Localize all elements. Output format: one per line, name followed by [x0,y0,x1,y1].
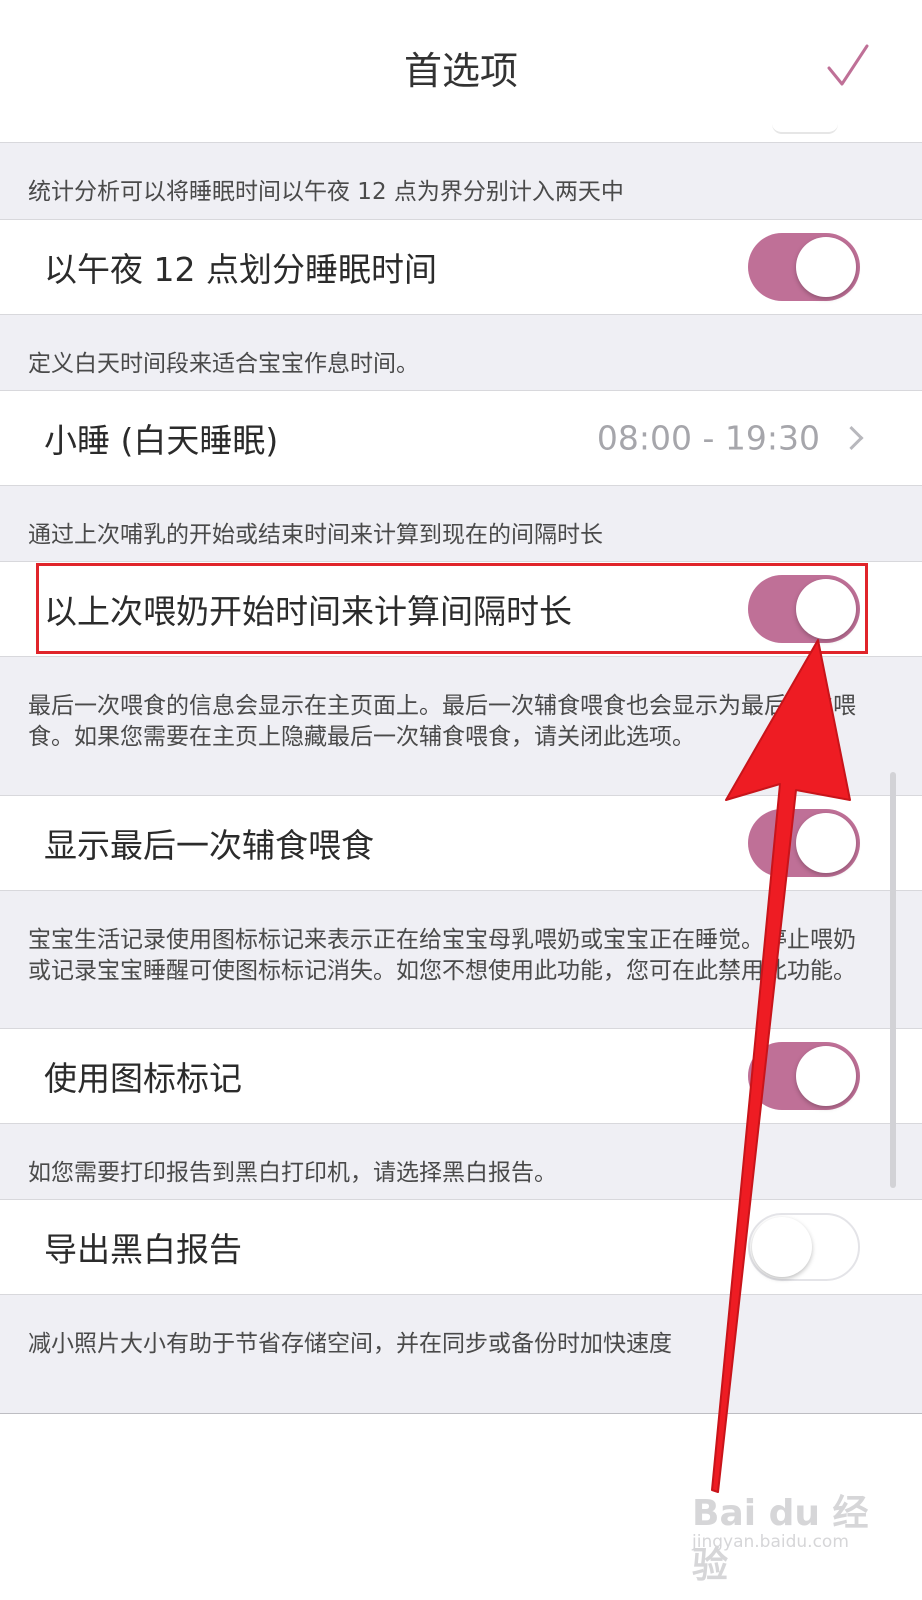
row-nap-daytime[interactable]: 小睡 (白天睡眠) 08:00 - 19:30 [0,390,922,486]
row-label: 显示最后一次辅食喂食 [44,826,374,865]
section-footer-bw-report: 如您需要打印报告到黑白打印机，请选择黑白报告。 [28,1160,557,1186]
section-footer-midnight: 统计分析可以将睡眠时间以午夜 12 点为界分别计入两天中 [28,179,624,205]
section-footer-daytime: 定义白天时间段来适合宝宝作息时间。 [28,351,419,377]
toggle-knob [752,1217,812,1277]
toggle-knob [796,237,856,297]
section-footer-last-feed: 最后一次喂食的信息会显示在主页面上。最后一次辅食喂食也会显示为最后一次喂食。如果… [28,693,856,750]
toggle-knob [796,1046,856,1106]
show-last-solid-feed-toggle[interactable] [748,809,860,877]
use-icon-badge-toggle[interactable] [748,1042,860,1110]
checkmark-icon[interactable] [826,42,870,90]
toggle-knob [796,579,856,639]
scroll-peek-divider [772,124,838,134]
section-footer-photo-size: 减小照片大小有助于节省存储空间，并在同步或备份时加快速度 [28,1331,672,1357]
chevron-right-icon [839,425,864,451]
export-bw-report-toggle[interactable] [748,1213,860,1281]
watermark-url: jingyan.baidu.com [692,1532,849,1552]
row-label: 导出黑白报告 [44,1230,242,1269]
row-split-sleep-midnight: 以午夜 12 点划分睡眠时间 [0,219,922,315]
baidu-watermark: Bai du 经验 jingyan.baidu.com [692,1476,892,1586]
section-footer-icon-badge: 宝宝生活记录使用图标标记来表示正在给宝宝母乳喂奶或宝宝正在睡觉。停止喂奶或记录宝… [28,927,856,984]
settings-list[interactable]: 统计分析可以将睡眠时间以午夜 12 点为界分别计入两天中 以午夜 12 点划分睡… [0,142,922,1414]
section-footer-interval: 通过上次哺乳的开始或结束时间来计算到现在的间隔时长 [28,522,603,548]
row-label: 以午夜 12 点划分睡眠时间 [44,250,437,289]
row-label: 以上次喂奶开始时间来计算间隔时长 [44,592,572,631]
row-interval-from-feed-start: 以上次喂奶开始时间来计算间隔时长 [0,561,922,657]
split-sleep-midnight-toggle[interactable] [748,233,860,301]
interval-from-feed-start-toggle[interactable] [748,575,860,643]
row-export-bw-report: 导出黑白报告 [0,1199,922,1295]
toggle-knob [796,813,856,873]
nap-time-range: 08:00 - 19:30 [596,418,820,458]
navigation-bar: 首选项 [0,0,922,140]
row-show-last-solid-feed: 显示最后一次辅食喂食 [0,795,922,891]
row-use-icon-badge: 使用图标标记 [0,1028,922,1124]
page-title: 首选项 [403,49,518,93]
row-label: 使用图标标记 [44,1059,242,1098]
scrollbar[interactable] [890,772,896,1188]
row-label: 小睡 (白天睡眠) [44,421,279,460]
